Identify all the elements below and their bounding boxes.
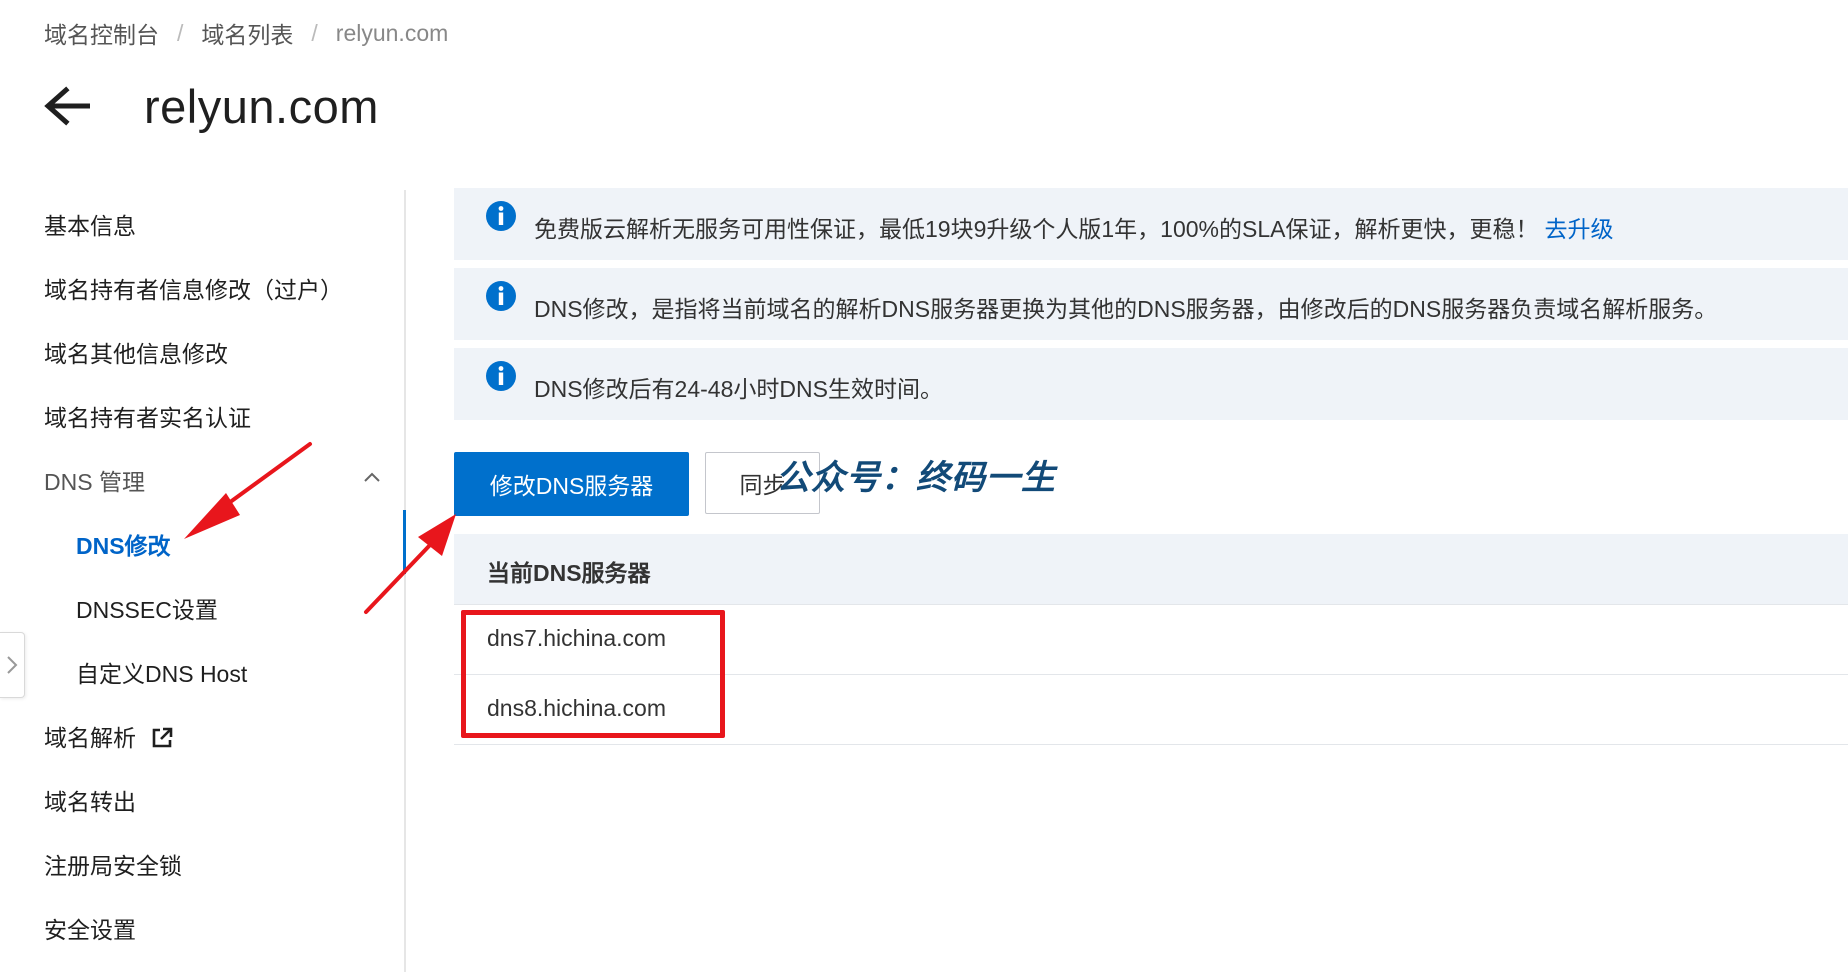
chevron-right-icon — [7, 656, 18, 674]
info-icon — [486, 201, 516, 231]
sidebar-active-indicator — [403, 510, 406, 574]
sidebar-item-real-name[interactable]: 域名持有者实名认证 — [44, 398, 251, 438]
upgrade-link[interactable]: 去升级 — [1544, 216, 1613, 242]
notice-dns-definition: DNS修改，是指将当前域名的解析DNS服务器更换为其他的DNS服务器，由修改后的… — [454, 268, 1848, 340]
breadcrumb-domain-list[interactable]: 域名列表 — [201, 16, 293, 50]
notice-message: 免费版云解析无服务可用性保证，最低19块9升级个人版1年，100%的SLA保证，… — [534, 216, 1539, 242]
notice-dns-effective-time: DNS修改后有24-48小时DNS生效时间。 — [454, 348, 1848, 420]
breadcrumb-domain-console[interactable]: 域名控制台 — [44, 16, 159, 50]
sidebar-item-registry-lock[interactable]: 注册局安全锁 — [44, 846, 182, 886]
breadcrumb-separator: / — [311, 19, 318, 46]
breadcrumb-current-domain: relyun.com — [335, 19, 449, 46]
arrow-left-icon[interactable] — [40, 78, 96, 134]
external-link-icon — [153, 727, 173, 748]
notice-message: DNS修改后有24-48小时DNS生效时间。 — [534, 376, 943, 402]
info-icon — [486, 361, 516, 391]
sidebar-item-transfer-out[interactable]: 域名转出 — [44, 782, 136, 822]
sidebar-divider — [404, 190, 406, 972]
sidebar-item-basic-info[interactable]: 基本信息 — [44, 206, 136, 246]
page-title: relyun.com — [144, 79, 379, 133]
sidebar-item-other-info[interactable]: 域名其他信息修改 — [44, 334, 228, 374]
modify-dns-button[interactable]: 修改DNS服务器 — [454, 452, 689, 516]
notice-upgrade: 免费版云解析无服务可用性保证，最低19块9升级个人版1年，100%的SLA保证，… — [454, 188, 1848, 260]
notice-message: DNS修改，是指将当前域名的解析DNS服务器更换为其他的DNS服务器，由修改后的… — [534, 296, 1718, 322]
annotation-arrow-sidebar — [184, 442, 312, 539]
annotation-highlight-box — [461, 610, 725, 738]
notice-text: 免费版云解析无服务可用性保证，最低19块9升级个人版1年，100%的SLA保证，… — [534, 210, 1613, 244]
page-header: relyun.com — [40, 76, 379, 136]
chevron-up-icon[interactable] — [362, 468, 382, 488]
sidebar-item-dns-modify[interactable]: DNS修改 — [76, 526, 171, 566]
sidebar-item-label: 域名解析 — [44, 725, 136, 751]
table-header: 当前DNS服务器 — [454, 534, 1848, 605]
breadcrumb-separator: / — [177, 19, 184, 46]
sidebar-item-custom-dns-host[interactable]: 自定义DNS Host — [76, 654, 247, 694]
sidebar-group-dns-management[interactable]: DNS 管理 — [44, 462, 145, 502]
sidebar-item-domain-resolve[interactable]: 域名解析 — [44, 718, 174, 758]
breadcrumb: 域名控制台 / 域名列表 / relyun.com — [44, 16, 448, 50]
sidebar-collapse-handle[interactable] — [0, 632, 25, 698]
sidebar-item-security-settings[interactable]: 安全设置 — [44, 910, 136, 950]
info-icon — [486, 281, 516, 311]
annotation-arrow-button — [364, 514, 456, 614]
watermark-text: 公众号：终码一生 — [776, 459, 1056, 497]
sidebar-item-dnssec[interactable]: DNSSEC设置 — [76, 590, 218, 630]
table-header-current-dns: 当前DNS服务器 — [487, 560, 651, 586]
sidebar-item-owner-change[interactable]: 域名持有者信息修改（过户） — [44, 270, 343, 310]
